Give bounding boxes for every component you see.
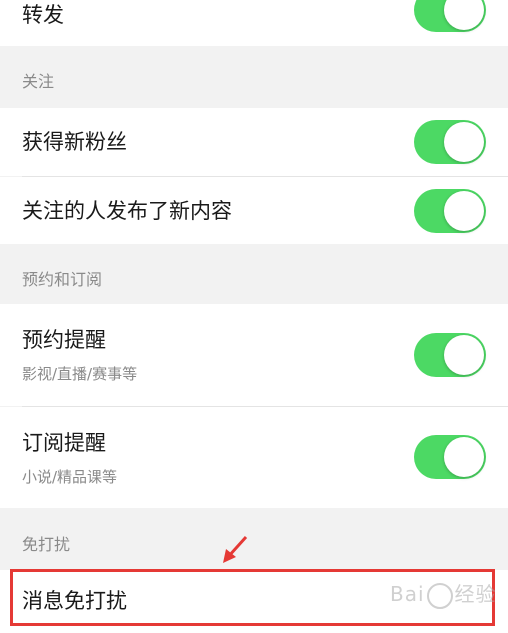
section-header-booking: 预约和订阅 [0, 244, 508, 304]
setting-sub-booking-reminder: 影视/直播/赛事等 [22, 365, 138, 383]
toggle-knob [444, 191, 484, 231]
setting-label-repost: 转发 [22, 3, 64, 27]
toggle-new-fans[interactable] [414, 120, 486, 164]
toggle-knob [444, 0, 484, 30]
setting-label-new-fans: 获得新粉丝 [22, 130, 127, 154]
section-header-dnd: 免打扰 [0, 508, 508, 570]
section-title-dnd: 免打扰 [22, 535, 71, 554]
watermark-text-left: Bai [390, 582, 425, 606]
toggle-repost[interactable] [414, 0, 486, 32]
watermark-text-right: 经验 [454, 582, 497, 606]
setting-label-booking-reminder: 预约提醒 [22, 328, 106, 352]
setting-row-new-fans: 获得新粉丝 [0, 108, 508, 176]
section-title-booking: 预约和订阅 [22, 270, 103, 289]
setting-row-subscription-reminder: 订阅提醒 小说/精品课等 [0, 407, 508, 508]
setting-row-followed-new-content: 关注的人发布了新内容 [0, 177, 508, 244]
paw-logo-icon [426, 582, 453, 609]
baidu-watermark: Bai 经验 [390, 578, 497, 609]
toggle-knob [444, 437, 484, 477]
red-arrow-icon [223, 535, 248, 563]
setting-label-subscription-reminder: 订阅提醒 [22, 431, 106, 455]
setting-row-booking-reminder: 预约提醒 影视/直播/赛事等 [0, 304, 508, 406]
section-title-follow: 关注 [22, 72, 55, 91]
toggle-subscription-reminder[interactable] [414, 435, 486, 479]
setting-label-followed-new-content: 关注的人发布了新内容 [22, 199, 232, 223]
toggle-booking-reminder[interactable] [414, 333, 486, 377]
toggle-knob [444, 122, 484, 162]
toggle-knob [444, 335, 484, 375]
section-header-follow: 关注 [0, 46, 508, 108]
toggle-followed-new-content[interactable] [414, 189, 486, 233]
setting-sub-subscription-reminder: 小说/精品课等 [22, 468, 118, 486]
setting-row-repost: 转发 [0, 0, 508, 46]
